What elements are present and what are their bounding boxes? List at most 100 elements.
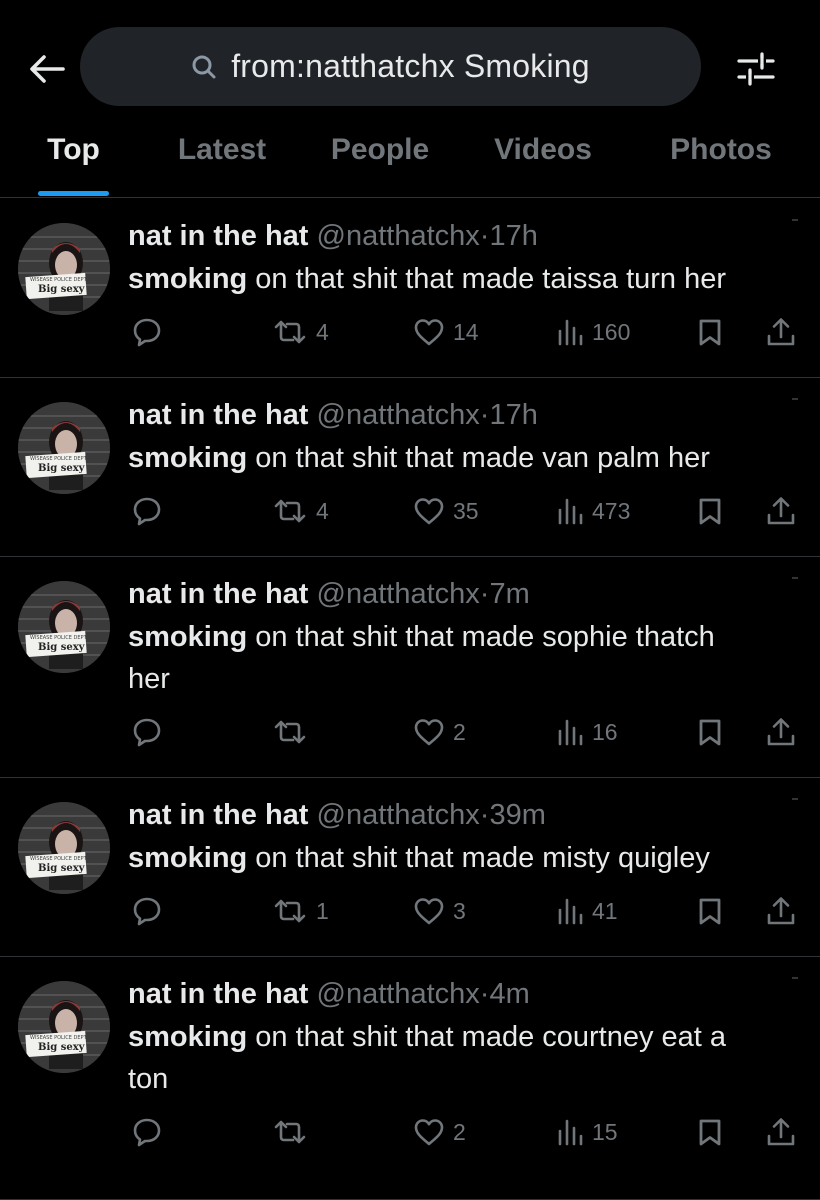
display-name[interactable]: nat in the hat [128, 220, 308, 252]
more-options-icon[interactable] [792, 577, 798, 579]
views-button[interactable]: 473 [556, 491, 630, 531]
avatar[interactable]: WISEASE POLICE DEPT Big sexy [18, 981, 110, 1073]
like-button[interactable]: 14 [413, 312, 479, 352]
views-bar-chart-icon [558, 898, 583, 925]
reply-button[interactable] [132, 712, 162, 752]
timestamp[interactable]: 17h [489, 399, 537, 431]
user-handle[interactable]: @natthatchx [317, 578, 480, 610]
bookmark-button[interactable] [697, 312, 723, 352]
reply-button[interactable] [132, 1112, 162, 1152]
display-name[interactable]: nat in the hat [128, 978, 308, 1010]
bookmark-button[interactable] [697, 491, 723, 531]
tweet-text-line2: ton [128, 1063, 169, 1095]
more-options-icon[interactable] [792, 219, 798, 221]
tab-videos[interactable]: Videos [480, 133, 606, 198]
reply-icon [133, 318, 161, 347]
more-options-icon[interactable] [792, 977, 798, 979]
share-button[interactable] [765, 712, 797, 752]
divider [0, 197, 820, 198]
avatar[interactable]: WISEASE POLICE DEPT Big sexy [18, 223, 110, 315]
tab-top[interactable]: Top [38, 133, 109, 198]
retweet-button[interactable]: 4 [272, 491, 329, 531]
view-count: 160 [592, 318, 631, 345]
user-handle[interactable]: @natthatchx [317, 220, 480, 252]
retweet-count: 4 [316, 318, 329, 345]
retweet-button[interactable]: 1 [272, 891, 329, 931]
back-button[interactable] [22, 44, 72, 94]
display-name[interactable]: nat in the hat [128, 399, 308, 431]
user-handle[interactable]: @natthatchx [317, 799, 480, 831]
views-bar-chart-icon [558, 1119, 583, 1146]
share-icon [767, 718, 795, 746]
share-button[interactable] [765, 1112, 797, 1152]
views-button[interactable]: 16 [556, 712, 618, 752]
share-button[interactable] [765, 491, 797, 531]
timestamp[interactable]: 17h [489, 220, 537, 252]
retweet-icon [274, 1120, 306, 1144]
search-input[interactable]: from:natthatchx Smoking [80, 27, 701, 106]
user-handle[interactable]: @natthatchx [317, 399, 480, 431]
avatar[interactable]: WISEASE POLICE DEPT Big sexy [18, 402, 110, 494]
avatar-sign-text: Big sexy [38, 1042, 85, 1053]
tweet-actions: 2 16 [128, 712, 808, 752]
avatar[interactable]: WISEASE POLICE DEPT Big sexy [18, 802, 110, 894]
retweet-button[interactable] [272, 712, 316, 752]
timestamp[interactable]: 7m [489, 578, 529, 610]
like-button[interactable]: 2 [413, 1112, 466, 1152]
retweet-icon [274, 320, 306, 344]
tweet[interactable]: WISEASE POLICE DEPT Big sexy nat in the … [0, 778, 820, 957]
display-name[interactable]: nat in the hat [128, 799, 308, 831]
search-highlight: smoking [128, 1021, 248, 1053]
reply-button[interactable] [132, 891, 162, 931]
active-tab-indicator [38, 191, 109, 196]
more-options-icon[interactable] [792, 798, 798, 800]
tweet[interactable]: WISEASE POLICE DEPT Big sexy nat in the … [0, 378, 820, 557]
avatar[interactable]: WISEASE POLICE DEPT Big sexy [18, 581, 110, 673]
bookmark-icon [699, 898, 721, 925]
share-button[interactable] [765, 312, 797, 352]
user-handle[interactable]: @natthatchx [317, 978, 480, 1010]
like-count: 2 [453, 718, 466, 745]
like-button[interactable]: 3 [413, 891, 466, 931]
retweet-icon [274, 720, 306, 744]
timestamp[interactable]: 4m [489, 978, 529, 1010]
reply-button[interactable] [132, 312, 162, 352]
avatar-sign-text: Big sexy [38, 863, 85, 874]
tweet-text-line1: on that shit that made van palm her [247, 442, 710, 474]
reply-icon [133, 718, 161, 747]
retweet-button[interactable] [272, 1112, 316, 1152]
bookmark-button[interactable] [697, 891, 723, 931]
heart-icon [414, 498, 444, 525]
reply-button[interactable] [132, 491, 162, 531]
views-bar-chart-icon [558, 719, 583, 746]
filter-button[interactable] [731, 44, 781, 94]
search-highlight: smoking [128, 621, 248, 653]
tweet[interactable]: WISEASE POLICE DEPT Big sexy nat in the … [0, 557, 820, 778]
tab-people[interactable]: People [318, 133, 442, 198]
views-button[interactable]: 41 [556, 891, 618, 931]
tweet-header: nat in the hat @natthatchx·17h [128, 220, 538, 253]
tweet[interactable]: WISEASE POLICE DEPT Big sexy nat in the … [0, 199, 820, 378]
retweet-button[interactable]: 4 [272, 312, 329, 352]
like-button[interactable]: 35 [413, 491, 479, 531]
avatar-sign-top: WISEASE POLICE DEPT [30, 635, 87, 641]
avatar-sign-top: WISEASE POLICE DEPT [30, 1035, 87, 1041]
more-options-icon[interactable] [792, 398, 798, 400]
views-button[interactable]: 15 [556, 1112, 618, 1152]
views-button[interactable]: 160 [556, 312, 630, 352]
avatar-sign-text: Big sexy [38, 642, 85, 653]
tab-latest[interactable]: Latest [162, 133, 282, 198]
bookmark-button[interactable] [697, 1112, 723, 1152]
like-button[interactable]: 2 [413, 712, 466, 752]
display-name[interactable]: nat in the hat [128, 578, 308, 610]
tab-photos[interactable]: Photos [656, 133, 786, 198]
view-count: 15 [592, 1118, 618, 1145]
bookmark-button[interactable] [697, 712, 723, 752]
avatar-sign-text: Big sexy [38, 463, 85, 474]
retweet-count: 1 [316, 897, 329, 924]
share-button[interactable] [765, 891, 797, 931]
tweet-text: smoking on that shit that made van palm … [128, 437, 808, 479]
tweet[interactable]: WISEASE POLICE DEPT Big sexy nat in the … [0, 957, 820, 1200]
timestamp[interactable]: 39m [489, 799, 545, 831]
separator-dot: · [479, 399, 490, 431]
